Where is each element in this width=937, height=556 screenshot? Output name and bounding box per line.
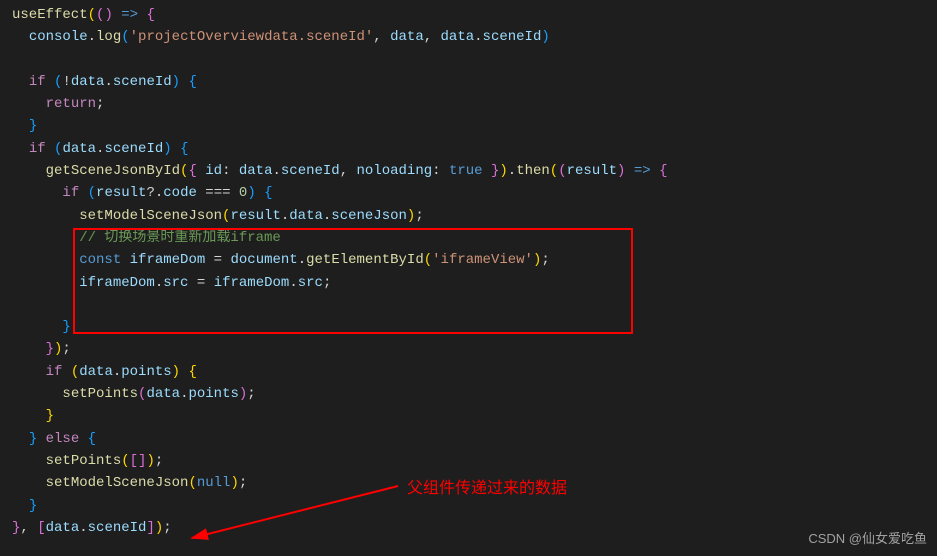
watermark: CSDN @仙女爱吃鱼 xyxy=(808,528,927,550)
annotation-parent-data: 父组件传递过来的数据 xyxy=(407,478,567,500)
comment-reload-iframe: // 切换场景时重新加载iframe xyxy=(79,230,281,246)
code-block: useEffect(() => { console.log('projectOv… xyxy=(0,0,937,539)
func-useEffect: useEffect xyxy=(12,7,88,23)
